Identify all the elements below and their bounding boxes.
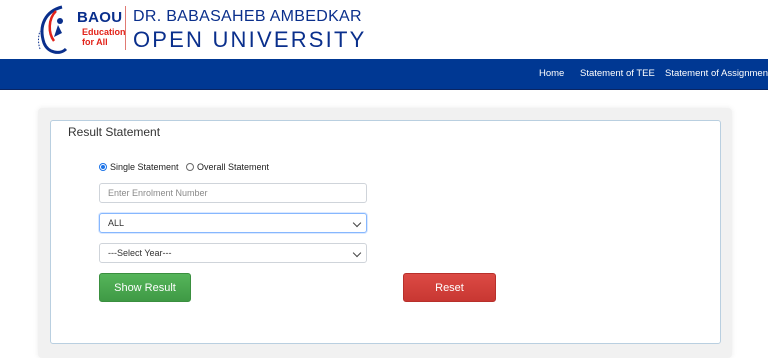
chevron-down-icon bbox=[352, 218, 362, 228]
show-result-button[interactable]: Show Result bbox=[99, 273, 191, 302]
nav-statement-tee-link[interactable]: Statement of TEE bbox=[580, 59, 655, 89]
enrolment-number-input[interactable] bbox=[99, 183, 367, 203]
year-select-value: ---Select Year--- bbox=[108, 248, 172, 258]
main-navbar: Home Statement of TEE Statement of Assig… bbox=[0, 59, 768, 90]
statement-type-value: ALL bbox=[108, 218, 125, 228]
university-logo-icon bbox=[38, 5, 68, 54]
reset-button[interactable]: Reset bbox=[403, 273, 496, 302]
statement-type-select[interactable]: ALL bbox=[99, 213, 367, 233]
nav-home-link[interactable]: Home bbox=[539, 59, 564, 89]
single-statement-label[interactable]: Single Statement bbox=[110, 162, 179, 172]
university-name-line1: DR. BABASAHEB AMBEDKAR bbox=[133, 8, 362, 25]
logo-text: BAOU bbox=[77, 9, 123, 26]
logo-divider bbox=[125, 6, 126, 50]
year-select[interactable]: ---Select Year--- bbox=[99, 243, 367, 263]
panel-title: Result Statement bbox=[68, 125, 161, 139]
logo-tagline-2: for All bbox=[82, 37, 108, 47]
chevron-down-icon bbox=[352, 248, 362, 258]
single-statement-radio[interactable] bbox=[99, 163, 107, 171]
overall-statement-label[interactable]: Overall Statement bbox=[197, 162, 269, 172]
site-header: BAOU Education for All DR. BABASAHEB AMB… bbox=[0, 0, 768, 59]
university-name-line2: OPEN UNIVERSITY bbox=[133, 27, 367, 52]
nav-statement-assignment-link[interactable]: Statement of Assignment bbox=[665, 59, 768, 89]
overall-statement-radio[interactable] bbox=[186, 163, 194, 171]
logo-tagline-1: Education bbox=[82, 27, 126, 37]
